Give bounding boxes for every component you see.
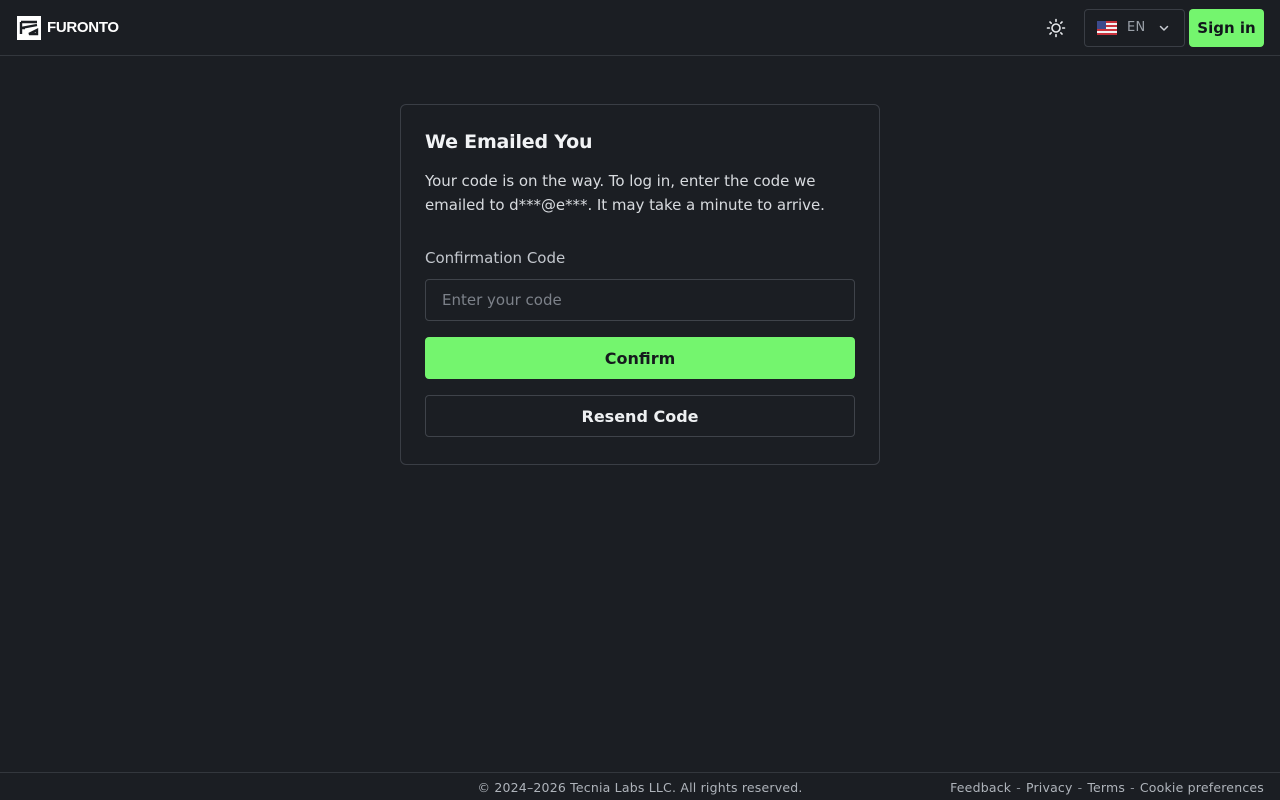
cookie-preferences-link[interactable]: Cookie preferences <box>1140 780 1264 795</box>
resend-code-button[interactable]: Resend Code <box>425 395 855 437</box>
sign-in-button[interactable]: Sign in <box>1189 8 1264 47</box>
sun-icon <box>1046 18 1066 37</box>
top-bar: FURONTO EN Sign in <box>0 0 1280 56</box>
furonto-logo-icon <box>17 15 41 40</box>
confirmation-code-label: Confirmation Code <box>425 249 566 267</box>
confirm-button[interactable]: Confirm <box>425 337 855 379</box>
privacy-link[interactable]: Privacy <box>1026 780 1073 795</box>
footer: © 2024–2026 Tecnia Labs LLC. All rights … <box>0 772 1280 800</box>
us-flag-icon <box>1097 20 1117 35</box>
top-actions: EN Sign in <box>1044 8 1264 47</box>
card-description: Your code is on the way. To log in, ente… <box>425 172 825 214</box>
brand-name: FURONTO <box>47 19 119 36</box>
footer-links: Feedback - Privacy - Terms - Cookie pref… <box>950 780 1264 795</box>
confirmation-card: We Emailed You Your code is on the way. … <box>400 104 880 465</box>
brand-logo[interactable]: FURONTO <box>17 15 119 40</box>
language-code: EN <box>1127 20 1146 35</box>
language-select[interactable]: EN <box>1084 8 1185 47</box>
feedback-link[interactable]: Feedback <box>950 780 1011 795</box>
theme-toggle-button[interactable] <box>1044 16 1068 40</box>
footer-separator: - <box>1016 780 1021 795</box>
terms-link[interactable]: Terms <box>1087 780 1125 795</box>
footer-separator: - <box>1077 780 1083 795</box>
chevron-down-icon <box>1159 25 1168 31</box>
confirmation-code-input[interactable] <box>425 279 855 321</box>
card-title: We Emailed You <box>425 131 593 153</box>
footer-separator: - <box>1130 780 1135 795</box>
